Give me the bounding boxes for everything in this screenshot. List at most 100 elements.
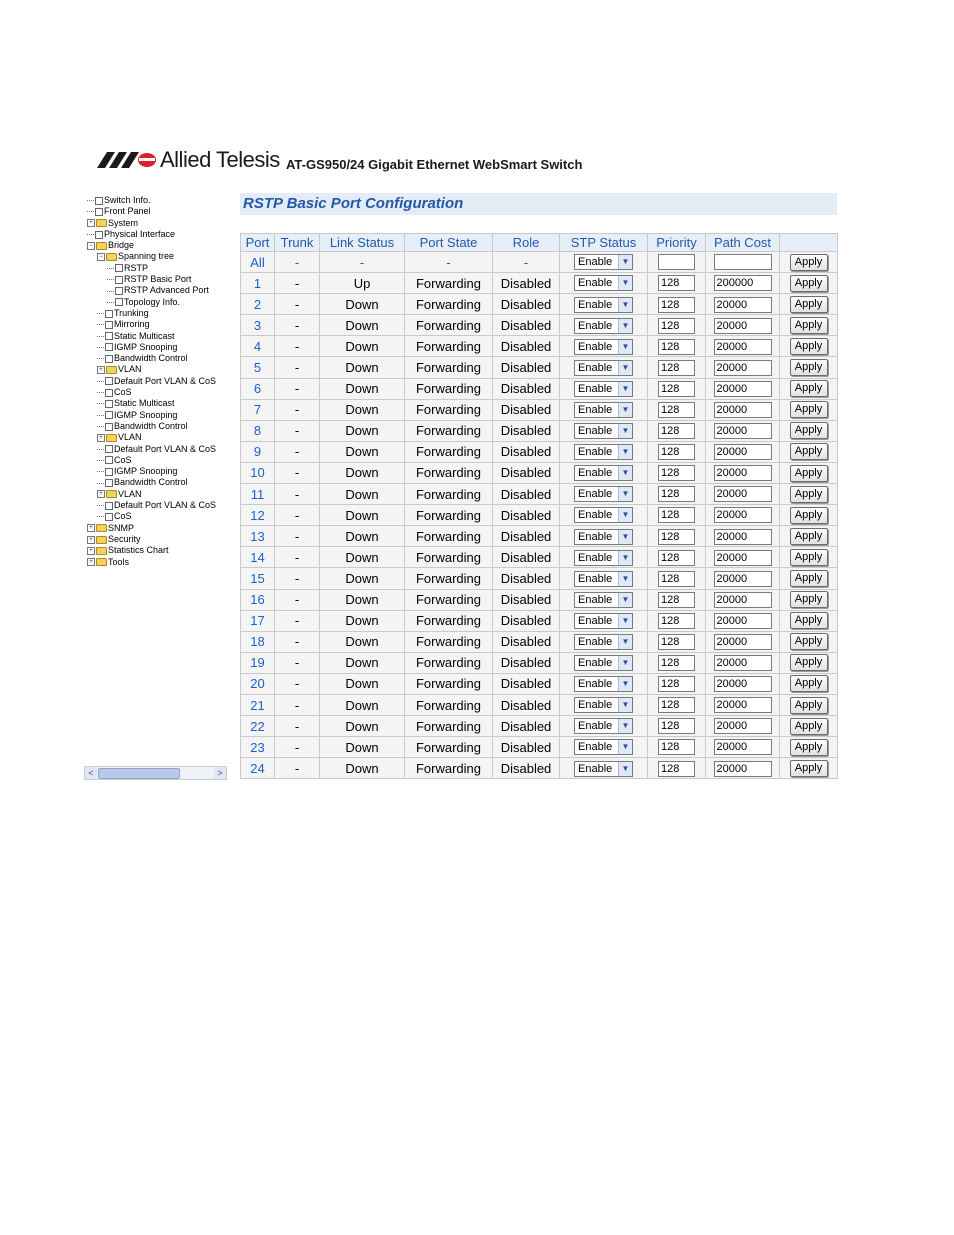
chevron-down-icon[interactable]: ▼ [618,466,632,481]
apply-button[interactable]: Apply [789,738,828,756]
stp-status-select[interactable]: Enable ▼ [574,507,633,524]
stp-status-select[interactable]: Enable ▼ [574,697,633,714]
scroll-left-icon[interactable]: < [85,767,97,779]
stp-status-select[interactable]: Enable ▼ [574,296,633,313]
tree-item[interactable]: Default Port VLAN & CoS [85,444,225,455]
priority-input[interactable]: 128 [658,528,695,545]
chevron-down-icon[interactable]: ▼ [618,613,632,628]
stp-status-select[interactable]: Enable ▼ [574,465,633,482]
chevron-down-icon[interactable]: ▼ [618,550,632,565]
chevron-down-icon[interactable]: ▼ [618,255,632,270]
tree-item[interactable]: Default Port VLAN & CoS [85,500,225,511]
stp-status-select[interactable]: Enable ▼ [574,739,633,756]
apply-button[interactable]: Apply [789,654,828,672]
expand-icon[interactable]: + [87,219,95,228]
priority-input[interactable]: 128 [658,591,695,608]
path-cost-input[interactable]: 20000 [713,444,772,461]
apply-button[interactable]: Apply [789,612,828,630]
priority-input[interactable]: 128 [658,423,695,440]
stp-status-select[interactable]: Enable ▼ [574,612,633,629]
tree-item[interactable]: Static Multicast [85,331,225,342]
tree-item[interactable]: CoS [85,455,225,466]
priority-input[interactable]: 128 [658,655,695,672]
priority-input[interactable]: 128 [658,612,695,629]
chevron-down-icon[interactable]: ▼ [618,571,632,586]
path-cost-input[interactable]: 20000 [713,676,772,693]
apply-button[interactable]: Apply [789,485,828,503]
stp-status-select[interactable]: Enable ▼ [574,549,633,566]
path-cost-input[interactable]: 20000 [713,486,772,503]
tree-item[interactable]: + Tools [85,557,225,568]
path-cost-input[interactable]: 20000 [713,401,772,418]
path-cost-input[interactable]: 20000 [713,296,772,313]
expand-icon[interactable]: + [87,558,95,567]
apply-button[interactable]: Apply [789,569,828,587]
priority-input[interactable]: 128 [658,739,695,756]
path-cost-input[interactable]: 20000 [713,380,772,397]
tree-item[interactable]: RSTP Advanced Port [85,285,225,296]
priority-input[interactable]: 128 [658,317,695,334]
priority-input[interactable]: 128 [658,401,695,418]
collapse-icon[interactable]: − [87,241,95,250]
tree-item[interactable]: Trunking [85,308,225,319]
tree-item[interactable]: RSTP [85,263,225,274]
tree-item[interactable]: + VLAN [85,432,225,443]
apply-button[interactable]: Apply [789,316,828,334]
priority-input[interactable]: 128 [658,570,695,587]
apply-button[interactable]: Apply [789,506,828,524]
chevron-down-icon[interactable]: ▼ [618,402,632,417]
chevron-down-icon[interactable]: ▼ [618,360,632,375]
tree-item[interactable]: + Security [85,534,225,545]
tree-item[interactable]: + VLAN [85,489,225,500]
tree-item[interactable]: Mirroring [85,319,225,330]
stp-status-select[interactable]: Enable ▼ [574,359,633,376]
scrollbar-thumb[interactable] [98,768,180,779]
tree-item[interactable]: IGMP Snooping [85,410,225,421]
priority-input[interactable]: 128 [658,549,695,566]
chevron-down-icon[interactable]: ▼ [618,339,632,354]
tree-item[interactable]: + SNMP [85,523,225,534]
path-cost-input[interactable]: 20000 [713,697,772,714]
apply-button[interactable]: Apply [789,717,828,735]
path-cost-input[interactable] [713,254,772,271]
apply-button[interactable]: Apply [789,380,828,398]
apply-button[interactable]: Apply [789,422,828,440]
priority-input[interactable]: 128 [658,634,695,651]
expand-icon[interactable]: + [87,524,95,533]
apply-button[interactable]: Apply [789,359,828,377]
tree-item[interactable]: CoS [85,511,225,522]
stp-status-select[interactable]: Enable ▼ [574,570,633,587]
priority-input[interactable]: 128 [658,486,695,503]
priority-input[interactable]: 128 [658,275,695,292]
stp-status-select[interactable]: Enable ▼ [574,254,633,271]
priority-input[interactable]: 128 [658,296,695,313]
tree-item[interactable]: Switch Info. [85,195,225,206]
chevron-down-icon[interactable]: ▼ [618,276,632,291]
stp-status-select[interactable]: Enable ▼ [574,380,633,397]
apply-button[interactable]: Apply [789,759,828,777]
chevron-down-icon[interactable]: ▼ [618,740,632,755]
stp-status-select[interactable]: Enable ▼ [574,718,633,735]
chevron-down-icon[interactable]: ▼ [618,508,632,523]
chevron-down-icon[interactable]: ▼ [618,381,632,396]
path-cost-input[interactable]: 20000 [713,338,772,355]
path-cost-input[interactable]: 20000 [713,317,772,334]
tree-item[interactable]: − Bridge [85,240,225,251]
apply-button[interactable]: Apply [789,274,828,292]
priority-input[interactable]: 128 [658,359,695,376]
priority-input[interactable]: 128 [658,465,695,482]
apply-button[interactable]: Apply [789,548,828,566]
apply-button[interactable]: Apply [789,443,828,461]
stp-status-select[interactable]: Enable ▼ [574,338,633,355]
chevron-down-icon[interactable]: ▼ [618,656,632,671]
apply-button[interactable]: Apply [789,633,828,651]
priority-input[interactable]: 128 [658,697,695,714]
collapse-icon[interactable]: − [97,253,105,262]
stp-status-select[interactable]: Enable ▼ [574,317,633,334]
tree-item[interactable]: Static Multicast [85,398,225,409]
chevron-down-icon[interactable]: ▼ [618,698,632,713]
apply-button[interactable]: Apply [789,675,828,693]
path-cost-input[interactable]: 200000 [713,275,772,292]
priority-input[interactable]: 128 [658,718,695,735]
tree-item[interactable]: CoS [85,387,225,398]
